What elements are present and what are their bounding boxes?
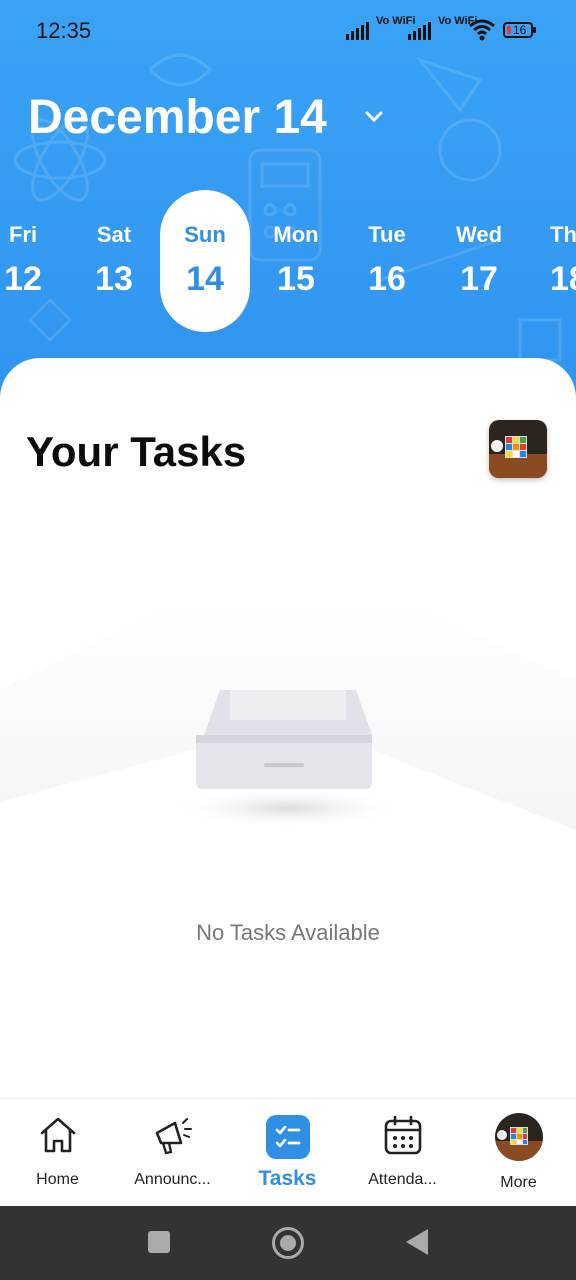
day-name: Sun <box>184 222 226 247</box>
battery-level: 16 <box>513 23 527 37</box>
nav-label: Tasks <box>258 1167 317 1190</box>
day-name: Th <box>550 222 576 247</box>
header: 12:35 Vo WiFi Vo WiFi 16 December 14 Fri… <box>0 0 576 420</box>
back-button[interactable] <box>406 1229 428 1255</box>
day-sat[interactable]: Sat 13 <box>69 190 159 332</box>
wifi-icon <box>469 19 495 41</box>
avatar[interactable] <box>489 420 547 478</box>
tasks-checklist-icon <box>265 1115 310 1159</box>
signal-icon <box>408 20 434 40</box>
empty-tray-illustration <box>0 600 576 830</box>
day-name: Fri <box>8 222 38 247</box>
nav-label: Home <box>36 1171 79 1188</box>
bottom-navigation: Home Announc... Tasks Attenda... More <box>0 1098 576 1207</box>
day-number: 17 <box>460 260 498 298</box>
nav-more[interactable]: More <box>461 1099 576 1207</box>
calendar-icon <box>384 1115 421 1155</box>
day-name: Tue <box>368 222 406 247</box>
day-name: Sat <box>96 222 132 247</box>
status-time: 12:35 <box>36 18 92 43</box>
day-number: 18 <box>550 260 576 298</box>
nav-attendance[interactable]: Attenda... <box>345 1099 460 1207</box>
day-number: 14 <box>186 260 224 298</box>
status-bar: 12:35 Vo WiFi Vo WiFi 16 <box>0 0 576 62</box>
day-number: 16 <box>368 260 406 298</box>
day-number: 13 <box>95 260 133 298</box>
empty-state-message: No Tasks Available <box>196 920 380 945</box>
month-selector-label[interactable]: December 14 <box>28 90 327 145</box>
nav-label: Announc... <box>134 1171 211 1188</box>
nav-label: More <box>500 1174 537 1191</box>
home-button[interactable] <box>272 1227 304 1259</box>
day-tue[interactable]: Tue 16 <box>342 190 432 332</box>
nav-home[interactable]: Home <box>0 1099 115 1207</box>
day-mon[interactable]: Mon 15 <box>251 190 341 332</box>
recents-button[interactable] <box>148 1231 170 1253</box>
battery-icon: 16 <box>503 22 536 38</box>
day-sun-selected[interactable]: Sun 14 <box>160 190 250 332</box>
chevron-down-icon[interactable] <box>362 108 386 126</box>
day-number: 12 <box>4 260 42 298</box>
day-thu[interactable]: Th 18 <box>532 190 576 332</box>
profile-avatar-icon <box>494 1113 543 1161</box>
home-icon <box>40 1117 75 1153</box>
nav-tasks[interactable]: Tasks <box>230 1099 345 1207</box>
day-number: 15 <box>277 260 315 298</box>
day-fri[interactable]: Fri 12 <box>0 190 68 332</box>
page-title: Your Tasks <box>26 428 247 475</box>
nav-announcements[interactable]: Announc... <box>115 1099 230 1207</box>
day-wed[interactable]: Wed 17 <box>434 190 524 332</box>
megaphone-icon <box>155 1118 192 1155</box>
day-name: Mon <box>273 222 319 247</box>
signal-icon <box>346 20 372 40</box>
day-name: Wed <box>455 222 503 247</box>
nav-label: Attenda... <box>368 1171 437 1188</box>
